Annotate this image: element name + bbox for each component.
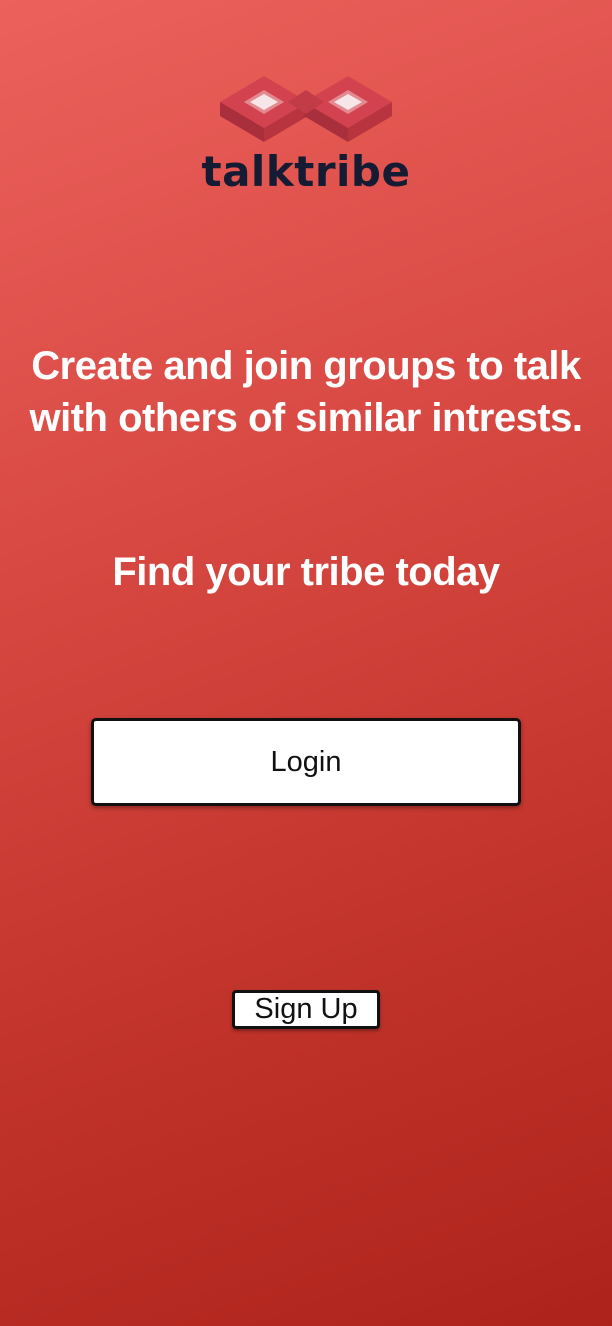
infinity-cube-logo-icon [220, 76, 392, 142]
hero-tagline: Create and join groups to talk with othe… [29, 344, 583, 440]
brand-name: talktribe [201, 147, 411, 196]
hero-subtitle: Find your tribe today [112, 550, 500, 594]
sign-up-button[interactable]: Sign Up [232, 990, 380, 1029]
login-button[interactable]: Login [91, 718, 521, 806]
app-logo: talktribe [0, 72, 612, 196]
